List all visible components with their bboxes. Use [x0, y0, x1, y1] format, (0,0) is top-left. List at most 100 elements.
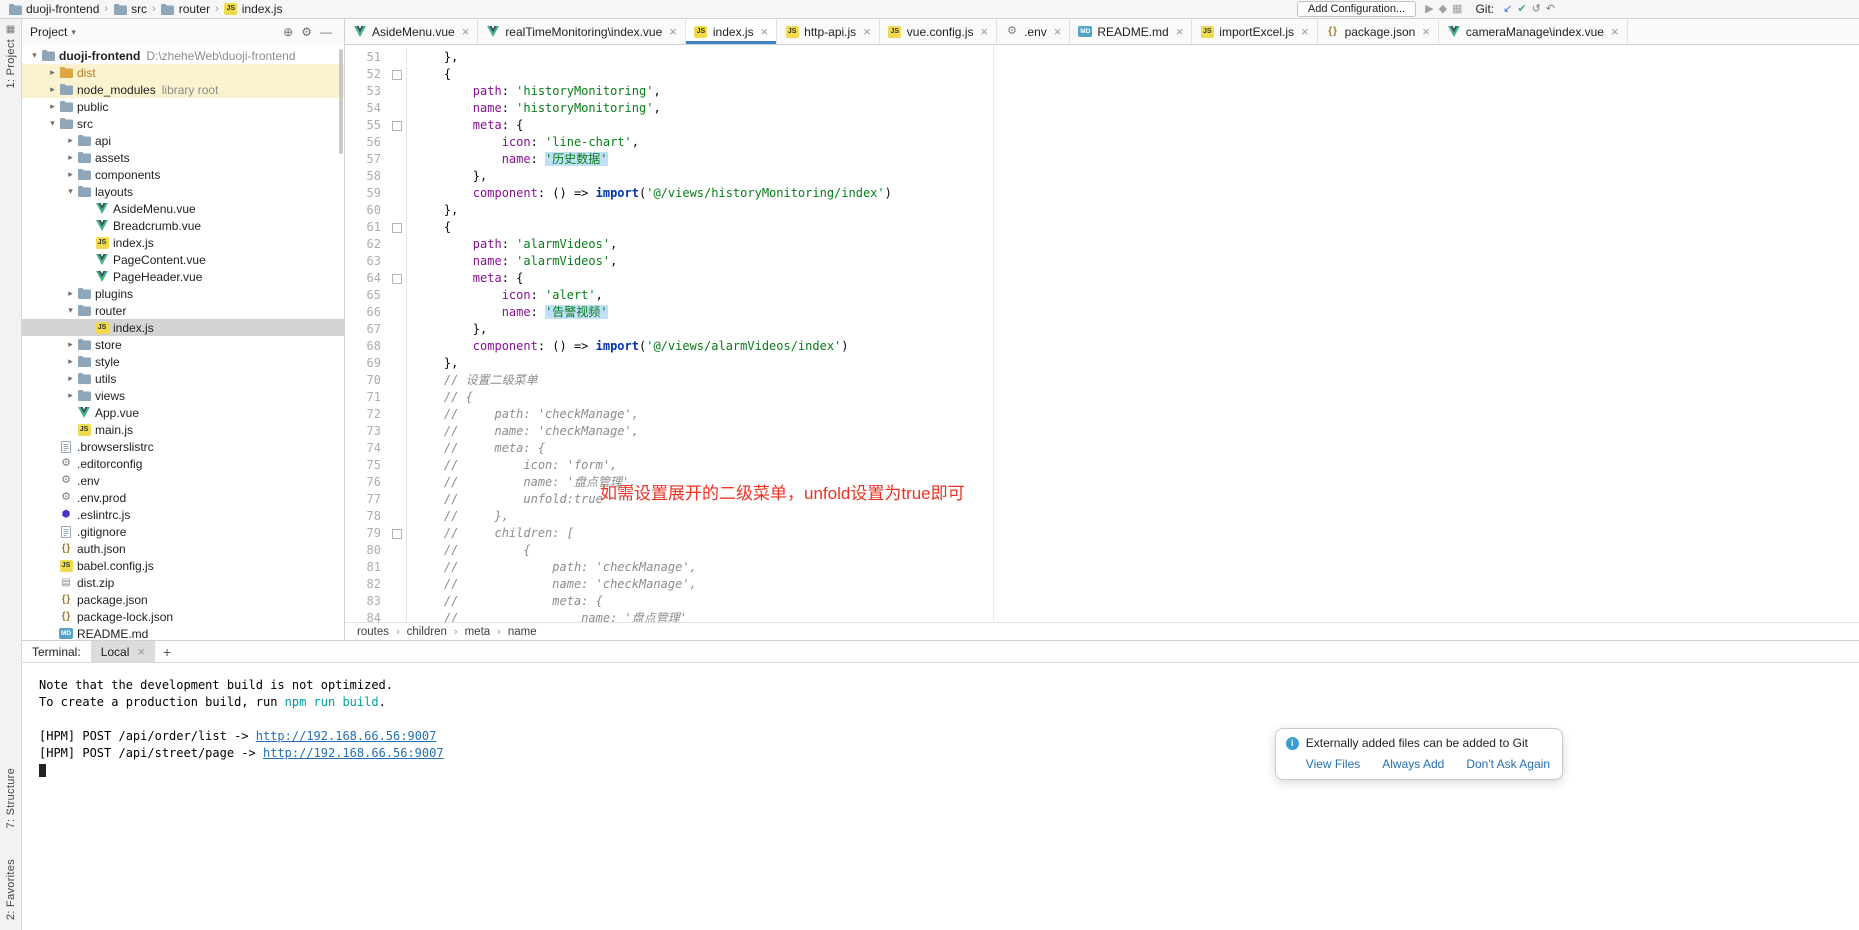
tree-item-package-json[interactable]: { }package.json [22, 591, 344, 608]
editor-breadcrumb-children[interactable]: children [407, 626, 447, 638]
tool-button-favorites[interactable]: 2: Favorites [5, 859, 17, 920]
breadcrumb-item-index-js[interactable]: JSindex.js [224, 2, 283, 16]
tree-item-components[interactable]: ▸components [22, 166, 344, 183]
tab-vue-config-js[interactable]: JSvue.config.js× [880, 19, 997, 44]
tree-item-asidemenu-vue[interactable]: AsideMenu.vue [22, 200, 344, 217]
fold-marker[interactable] [387, 66, 407, 83]
tree-item-pagecontent-vue[interactable]: PageContent.vue [22, 251, 344, 268]
close-icon[interactable]: × [137, 644, 145, 659]
terminal-link[interactable]: http://192.168.66.56:9007 [256, 729, 437, 743]
close-icon[interactable]: × [462, 24, 470, 39]
tab-cameramanage-index-vue[interactable]: cameraManage\index.vue× [1439, 19, 1628, 44]
tree-caret-icon[interactable]: ▾ [46, 118, 59, 129]
tab-env[interactable]: ⚙.env× [997, 19, 1070, 44]
close-icon[interactable]: × [1301, 24, 1309, 39]
tree-item-router[interactable]: ▾router [22, 302, 344, 319]
tree-item-package-lock-json[interactable]: { }package-lock.json [22, 608, 344, 625]
terminal-link[interactable]: http://192.168.66.56:9007 [263, 746, 444, 760]
add-configuration-button[interactable]: Add Configuration... [1297, 1, 1416, 17]
tree-item-dist-zip[interactable]: ▤dist.zip [22, 574, 344, 591]
breadcrumb-item-duoji-frontend[interactable]: duoji-frontend [8, 2, 99, 16]
tree-item-duoji-frontend[interactable]: ▾duoji-frontendD:\zheheWeb\duoji-fronten… [22, 47, 344, 64]
tree-caret-icon[interactable]: ▸ [64, 288, 77, 299]
tree-item-editorconfig[interactable]: ⚙.editorconfig [22, 455, 344, 472]
run-icon[interactable]: ▶ [1425, 4, 1433, 15]
tab-index-js[interactable]: JSindex.js× [686, 19, 777, 44]
tree-caret-icon[interactable]: ▸ [64, 373, 77, 384]
tree-caret-icon[interactable]: ▸ [64, 390, 77, 401]
close-icon[interactable]: × [1422, 24, 1430, 39]
git-commit-icon[interactable]: ✔ [1517, 4, 1526, 15]
tool-button-structure[interactable]: 7: Structure [5, 768, 17, 828]
tree-item-api[interactable]: ▸api [22, 132, 344, 149]
git-update-icon[interactable]: ↙ [1503, 4, 1512, 15]
tree-caret-icon[interactable]: ▸ [64, 169, 77, 180]
tab-asidemenu-vue[interactable]: AsideMenu.vue× [345, 19, 478, 44]
editor-breadcrumb-routes[interactable]: routes [357, 626, 389, 638]
tab-http-api-js[interactable]: JShttp-api.js× [777, 19, 880, 44]
coverage-icon[interactable]: ▦ [1452, 4, 1462, 15]
close-icon[interactable]: × [1176, 24, 1184, 39]
fold-marker[interactable] [387, 219, 407, 236]
close-icon[interactable]: × [669, 24, 677, 39]
tree-item-auth-json[interactable]: { }auth.json [22, 540, 344, 557]
editor-breadcrumb-name[interactable]: name [508, 626, 537, 638]
tree-item-gitignore[interactable]: .gitignore [22, 523, 344, 540]
project-tree-scrollbar[interactable] [339, 49, 343, 154]
tree-item-env-prod[interactable]: ⚙.env.prod [22, 489, 344, 506]
breadcrumb-item-src[interactable]: src [113, 2, 147, 16]
close-icon[interactable]: × [980, 24, 988, 39]
tree-caret-icon[interactable]: ▾ [64, 305, 77, 316]
close-icon[interactable]: × [1611, 24, 1619, 39]
tree-item-browserslistrc[interactable]: .browserslistrc [22, 438, 344, 455]
tree-caret-icon[interactable]: ▸ [64, 152, 77, 163]
tree-item-dist[interactable]: ▸dist [22, 64, 344, 81]
tree-item-utils[interactable]: ▸utils [22, 370, 344, 387]
terminal-tab-local[interactable]: Local× [91, 641, 155, 662]
fold-marker[interactable] [387, 270, 407, 287]
tree-item-index-js[interactable]: JSindex.js [22, 319, 344, 336]
tree-item-plugins[interactable]: ▸plugins [22, 285, 344, 302]
tree-item-layouts[interactable]: ▾layouts [22, 183, 344, 200]
fold-marker[interactable] [387, 525, 407, 542]
terminal-body[interactable]: Note that the development build is not o… [22, 663, 1859, 930]
tab-realtimemonitoring-index-vue[interactable]: realTimeMonitoring\index.vue× [478, 19, 686, 44]
locate-icon[interactable]: ⊕ [279, 25, 297, 39]
tree-caret-icon[interactable]: ▸ [46, 84, 59, 95]
tree-caret-icon[interactable]: ▸ [46, 101, 59, 112]
tree-caret-icon[interactable]: ▸ [64, 339, 77, 350]
tree-item-store[interactable]: ▸store [22, 336, 344, 353]
tree-item-style[interactable]: ▸style [22, 353, 344, 370]
tree-caret-icon[interactable]: ▾ [64, 186, 77, 197]
git-rollback-icon[interactable]: ↶ [1546, 4, 1555, 15]
tree-item-index-js[interactable]: JSindex.js [22, 234, 344, 251]
tab-importexcel-js[interactable]: JSimportExcel.js× [1192, 19, 1317, 44]
editor[interactable]: 51 },52 {53 path: 'historyMonitoring',54… [345, 45, 1859, 622]
settings-icon[interactable]: ⚙ [297, 25, 316, 39]
tree-item-main-js[interactable]: JSmain.js [22, 421, 344, 438]
editor-breadcrumb-meta[interactable]: meta [465, 626, 491, 638]
tree-caret-icon[interactable]: ▾ [28, 50, 41, 61]
tree-item-babel-config-js[interactable]: JSbabel.config.js [22, 557, 344, 574]
tree-item-breadcrumb-vue[interactable]: Breadcrumb.vue [22, 217, 344, 234]
tree-item-app-vue[interactable]: App.vue [22, 404, 344, 421]
tree-item-readme-md[interactable]: MDREADME.md [22, 625, 344, 640]
tree-item-eslintrc-js[interactable]: ⬢.eslintrc.js [22, 506, 344, 523]
breadcrumb-item-router[interactable]: router [161, 2, 210, 16]
project-view-selector[interactable]: Project ▾ [30, 25, 76, 39]
tree-caret-icon[interactable]: ▸ [64, 356, 77, 367]
debug-icon[interactable]: ◆ [1439, 4, 1447, 15]
tree-item-pageheader-vue[interactable]: PageHeader.vue [22, 268, 344, 285]
notification-action-always-add[interactable]: Always Add [1382, 757, 1444, 771]
git-history-icon[interactable]: ↺ [1532, 4, 1541, 15]
tree-item-src[interactable]: ▾src [22, 115, 344, 132]
new-terminal-button[interactable]: + [155, 641, 179, 662]
tree-item-public[interactable]: ▸public [22, 98, 344, 115]
tab-package-json[interactable]: { }package.json× [1318, 19, 1439, 44]
tree-caret-icon[interactable]: ▸ [46, 67, 59, 78]
tool-button-project[interactable]: 1: Project [5, 39, 17, 88]
notification-action-don-t-ask-again[interactable]: Don't Ask Again [1466, 757, 1550, 771]
tree-item-assets[interactable]: ▸assets [22, 149, 344, 166]
tree-item-env[interactable]: ⚙.env [22, 472, 344, 489]
notification-action-view-files[interactable]: View Files [1306, 757, 1360, 771]
